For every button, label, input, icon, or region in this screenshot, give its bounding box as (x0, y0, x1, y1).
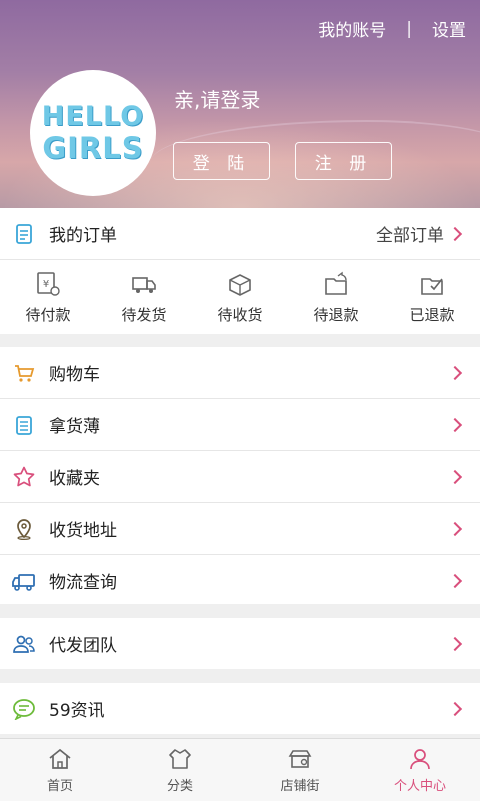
all-orders-link[interactable]: 全部订单 (376, 221, 444, 246)
tab-label: 个人中心 (393, 779, 446, 794)
chat-bubble-icon (12, 697, 36, 721)
user-icon (410, 749, 430, 770)
menu-item-pickup-book[interactable]: 拿货薄 (0, 399, 480, 451)
store-icon (288, 750, 312, 768)
team-icon (12, 632, 36, 656)
menu-item-label: 购物车 (49, 365, 100, 385)
menu-list-team: 代发团队 (0, 618, 480, 669)
payment-icon: ¥ (37, 271, 60, 296)
menu-list-main: 购物车 拿货薄 收藏夹 收货地址 物流查询 (0, 347, 480, 604)
my-orders-row[interactable]: 我的订单 全部订单 (0, 208, 480, 260)
star-icon (12, 465, 36, 489)
menu-item-news[interactable]: 59资讯 (0, 683, 480, 734)
menu-item-label: 收藏夹 (49, 469, 100, 489)
profile-header: 我的账号 | 设置 HELLO GIRLS 亲,请登录 登 陆 注 册 (0, 0, 480, 208)
order-status-bar: ¥ 待付款 待发货 待收货 待退款 已退款 (0, 260, 480, 334)
settings-link[interactable]: 设置 (432, 16, 466, 41)
chevron-right-icon (447, 226, 463, 241)
status-label: 已退款 (409, 305, 455, 324)
bottom-nav: 首页 分类 店铺街 个人中心 (0, 738, 480, 801)
truck-icon (132, 276, 156, 293)
status-label: 待收货 (217, 305, 263, 324)
menu-item-label: 代发团队 (49, 636, 117, 656)
status-label: 待退款 (313, 305, 359, 324)
package-icon (229, 273, 251, 296)
menu-item-label: 59资讯 (49, 701, 105, 721)
tab-label: 分类 (166, 779, 193, 794)
cart-icon (12, 361, 36, 385)
login-prompt: 亲,请登录 (174, 88, 261, 112)
category-icon (169, 749, 191, 769)
menu-item-label: 物流查询 (49, 573, 117, 593)
link-separator: | (406, 18, 412, 39)
delivery-truck-icon (12, 569, 36, 593)
register-button[interactable]: 注 册 (295, 142, 392, 180)
status-label: 待付款 (25, 305, 71, 324)
tab-home[interactable]: 首页 (0, 739, 120, 801)
menu-item-logistics[interactable]: 物流查询 (0, 555, 480, 606)
status-label: 待发货 (121, 305, 167, 324)
svg-text:¥: ¥ (43, 279, 49, 290)
refunded-icon (421, 277, 443, 295)
chevron-right-icon (447, 636, 463, 651)
chevron-right-icon (447, 365, 463, 380)
menu-item-cart[interactable]: 购物车 (0, 347, 480, 399)
location-pin-icon (12, 517, 36, 541)
status-pending-receipt[interactable]: 待收货 (192, 260, 288, 334)
order-doc-icon (12, 222, 36, 246)
menu-list-news: 59资讯 (0, 683, 480, 734)
tab-label: 店铺街 (280, 779, 320, 794)
chevron-right-icon (447, 521, 463, 536)
tab-category[interactable]: 分类 (120, 739, 240, 801)
avatar[interactable]: HELLO GIRLS (30, 70, 156, 196)
status-pending-shipment[interactable]: 待发货 (96, 260, 192, 334)
avatar-text-line2: GIRLS (42, 131, 144, 165)
status-refunded[interactable]: 已退款 (384, 260, 480, 334)
avatar-text-line1: HELLO (41, 101, 145, 132)
menu-item-label: 收货地址 (49, 521, 117, 541)
menu-item-dropship-team[interactable]: 代发团队 (0, 618, 480, 669)
notebook-icon (12, 413, 36, 437)
chevron-right-icon (447, 417, 463, 432)
chevron-right-icon (447, 573, 463, 588)
tab-label: 首页 (46, 779, 73, 794)
status-pending-refund[interactable]: 待退款 (288, 260, 384, 334)
home-icon (49, 748, 71, 769)
menu-item-label: 拿货薄 (49, 417, 100, 437)
tab-profile[interactable]: 个人中心 (360, 739, 480, 801)
menu-item-address[interactable]: 收货地址 (0, 503, 480, 555)
status-pending-payment[interactable]: ¥ 待付款 (0, 260, 96, 334)
my-orders-label: 我的订单 (49, 226, 117, 246)
refund-icon (325, 271, 347, 295)
tab-store[interactable]: 店铺街 (240, 739, 360, 801)
chevron-right-icon (447, 701, 463, 716)
top-links: 我的账号 | 设置 (318, 16, 466, 42)
login-button[interactable]: 登 陆 (173, 142, 270, 180)
orders-section: 我的订单 全部订单 ¥ 待付款 待发货 待收货 待退款 已退款 (0, 208, 480, 334)
my-account-link[interactable]: 我的账号 (318, 16, 386, 41)
menu-item-favorites[interactable]: 收藏夹 (0, 451, 480, 503)
chevron-right-icon (447, 469, 463, 484)
